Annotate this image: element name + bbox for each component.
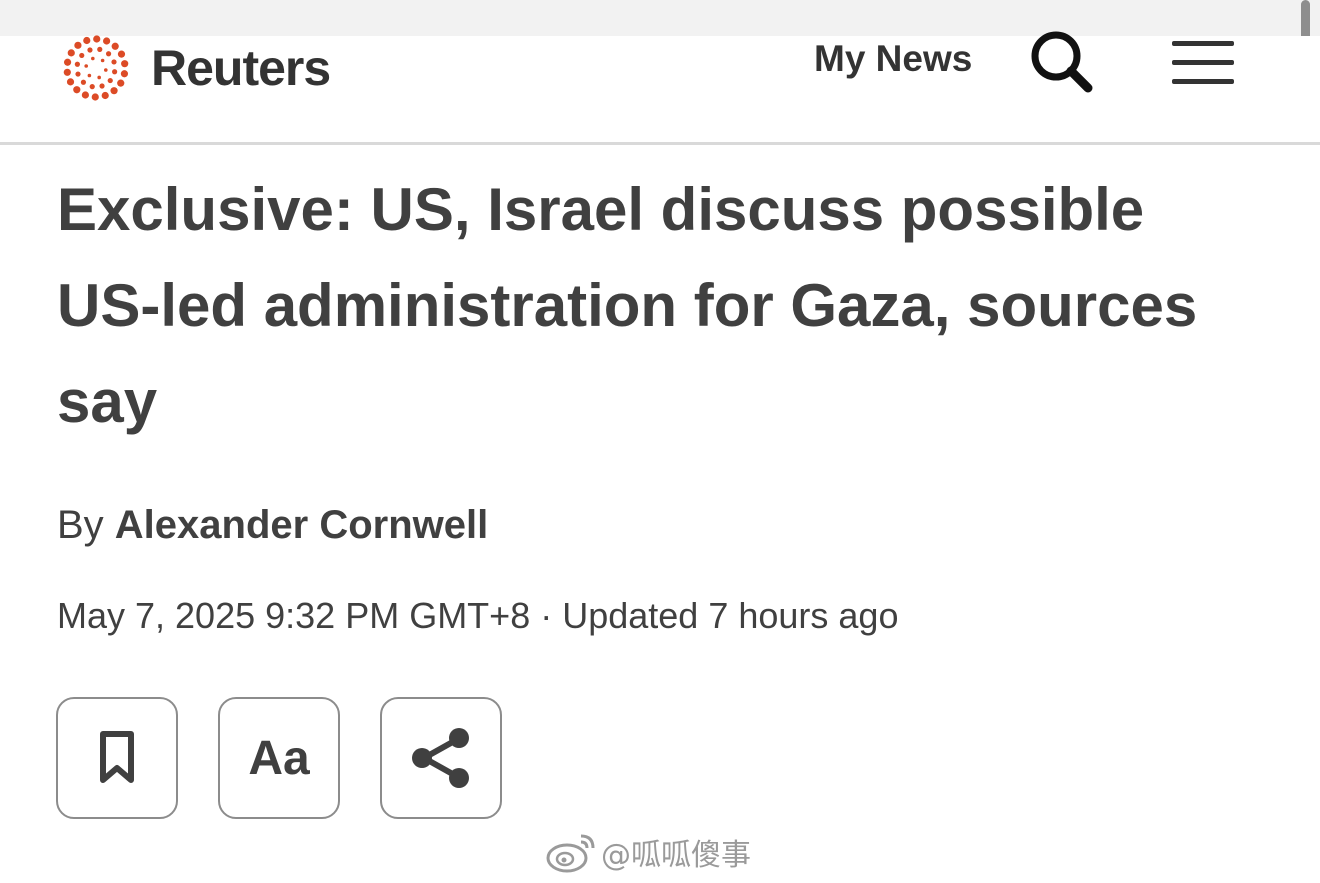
logo-dot xyxy=(111,59,117,65)
browser-top-bar xyxy=(0,0,1320,36)
logo-dot xyxy=(75,71,81,77)
text-size-label: Aa xyxy=(248,731,310,785)
byline-prefix: By xyxy=(57,503,115,547)
weibo-watermark: @呱呱傻事 xyxy=(545,830,751,874)
logo-dot xyxy=(93,35,101,43)
logo-dot xyxy=(91,93,99,101)
logo-dot xyxy=(74,41,82,49)
logo-text: Reuters xyxy=(151,40,331,96)
logo-dot xyxy=(67,49,75,57)
logo-dot xyxy=(87,73,92,78)
logo-dot xyxy=(103,37,111,45)
logo-dot xyxy=(73,86,81,94)
logo-dot xyxy=(117,79,125,87)
logo-dot xyxy=(81,91,89,99)
bookmark-icon xyxy=(100,731,134,783)
logo-dot xyxy=(101,91,109,100)
logo-dot xyxy=(121,60,129,68)
article-headline: Exclusive: US, Israel discuss possible U… xyxy=(57,176,1198,435)
logo-dot xyxy=(97,75,101,80)
share-button[interactable] xyxy=(380,697,502,819)
logo-dot xyxy=(99,83,105,89)
reuters-dots-icon xyxy=(63,35,129,101)
logo-dot xyxy=(79,52,85,59)
watermark-text: @呱呱傻事 xyxy=(601,838,751,873)
logo-dot xyxy=(105,51,112,57)
logo-dot xyxy=(97,46,103,52)
reuters-logo[interactable]: Reuters xyxy=(55,35,331,101)
logo-dot xyxy=(80,79,87,85)
my-news-link[interactable]: My News xyxy=(814,38,972,80)
logo-dot xyxy=(84,64,88,68)
logo-dot xyxy=(100,58,105,63)
logo-dot xyxy=(74,61,80,67)
author-link[interactable]: Alexander Cornwell xyxy=(115,503,488,547)
logo-dot xyxy=(89,84,95,90)
weibo-icon xyxy=(546,834,595,873)
article-dateline: May 7, 2025 9:32 PM GMT+8 · Updated 7 ho… xyxy=(57,595,899,636)
logo-dot xyxy=(66,78,75,86)
hamburger-menu-icon[interactable] xyxy=(1172,41,1234,85)
logo-dot xyxy=(112,69,118,75)
bookmark-button[interactable] xyxy=(56,697,178,819)
logo-dot xyxy=(104,68,108,72)
search-icon[interactable] xyxy=(1028,28,1098,98)
logo-dot xyxy=(107,77,113,84)
logo-dot xyxy=(117,50,126,58)
logo-dot xyxy=(83,36,91,45)
logo-dot xyxy=(91,56,95,61)
share-icon xyxy=(412,728,469,788)
logo-dot xyxy=(87,47,93,53)
logo-dot xyxy=(63,58,72,66)
logo-dot xyxy=(110,87,118,95)
logo-dot xyxy=(111,42,119,50)
site-header: Reuters My News xyxy=(0,31,1320,145)
text-size-button[interactable]: Aa xyxy=(218,697,340,819)
logo-dot xyxy=(63,68,71,76)
logo-dot xyxy=(120,70,129,78)
byline: By Alexander Cornwell xyxy=(57,503,488,548)
page: Reuters My News Exclusive: US, Israel di… xyxy=(0,0,1320,883)
